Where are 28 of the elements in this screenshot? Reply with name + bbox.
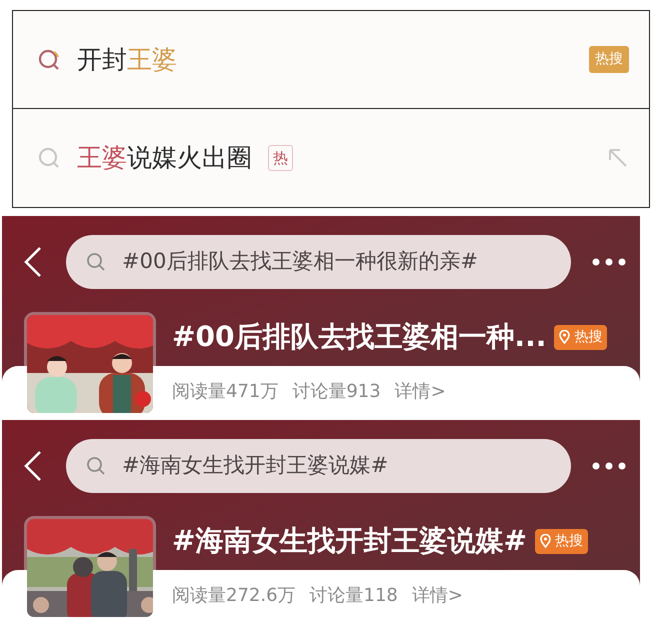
discussion-count: 讨论量118 [310, 584, 398, 608]
hot-badge: 热搜 [589, 46, 629, 73]
back-icon[interactable] [24, 450, 42, 482]
suggestion-row[interactable]: 开封王婆 热搜 [12, 10, 650, 109]
search-text: #00后排队去找王婆相一种很新的亲# [122, 248, 478, 276]
hot-badge: 热 [268, 144, 293, 172]
read-count: 阅读量471万 [172, 380, 278, 404]
search-field[interactable]: #海南女生找开封王婆说媒# [66, 439, 571, 493]
search-icon [86, 252, 106, 272]
suggestion-text: 王婆说媒火出圈 [77, 142, 252, 174]
back-icon[interactable] [24, 246, 42, 278]
search-text: #海南女生找开封王婆说媒# [122, 452, 388, 480]
topic-title: #00后排队去找王婆相一种... [172, 319, 546, 355]
hot-tag-label: 热搜 [554, 532, 583, 550]
location-pin-icon [540, 534, 551, 548]
location-pin-icon [559, 330, 570, 344]
suggestion-row[interactable]: 王婆说媒火出圈 热 [12, 109, 650, 208]
search-icon [37, 146, 61, 170]
more-icon[interactable] [592, 258, 626, 266]
hot-tag-label: 热搜 [574, 328, 602, 346]
topic-title: #海南女生找开封王婆说媒# [172, 523, 527, 559]
read-count: 阅读量272.6万 [172, 584, 296, 608]
more-icon[interactable] [592, 462, 626, 470]
search-icon [86, 456, 106, 476]
discussion-count: 讨论量913 [292, 380, 381, 404]
search-field[interactable]: #00后排队去找王婆相一种很新的亲# [66, 235, 571, 289]
suggestion-text: 开封王婆 [77, 44, 177, 76]
search-icon [37, 48, 61, 72]
